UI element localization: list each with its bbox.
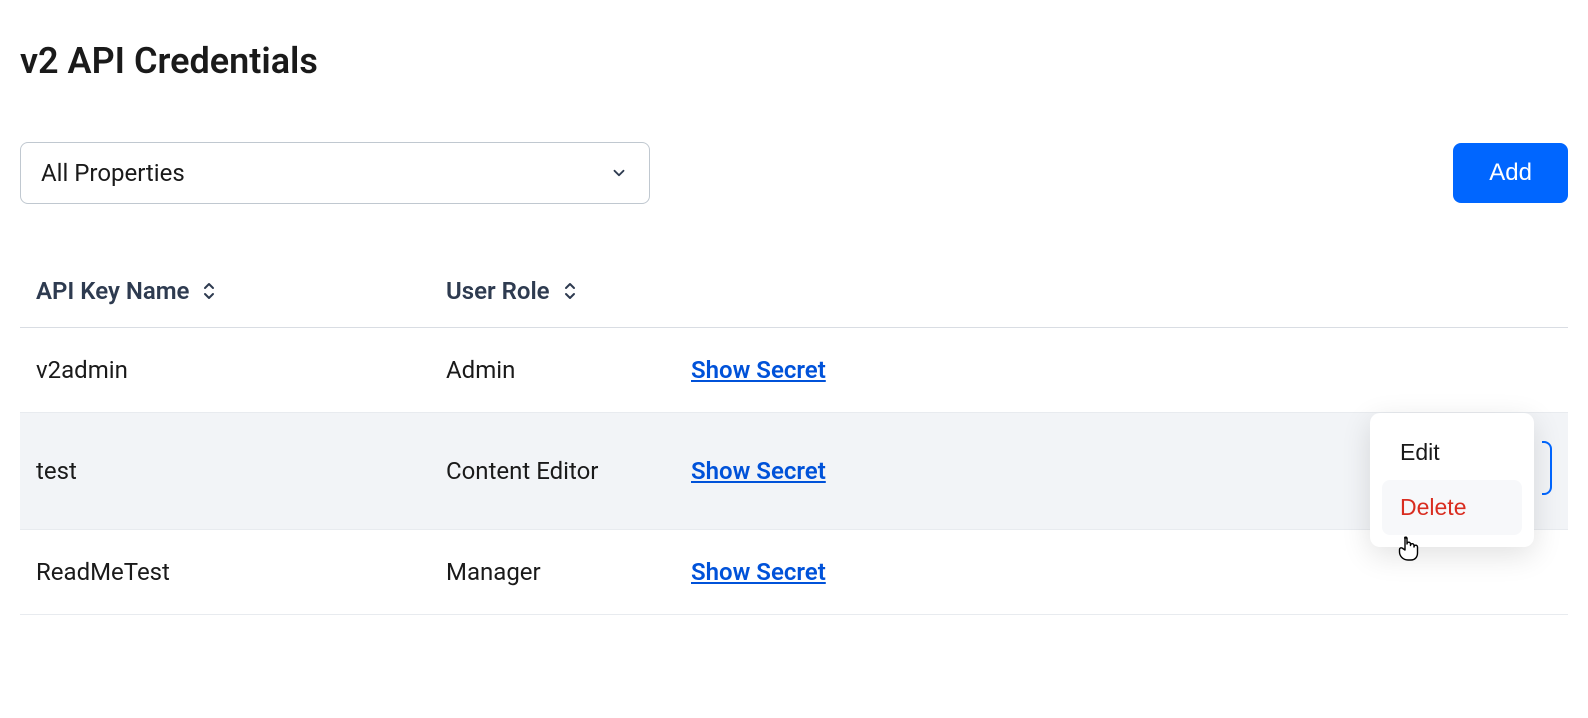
properties-dropdown-value: All Properties xyxy=(41,159,185,187)
cell-name: ReadMeTest xyxy=(20,530,430,615)
table-row: v2admin Admin Show Secret xyxy=(20,328,1568,413)
page-title: v2 API Credentials xyxy=(20,40,1568,82)
cell-name: v2admin xyxy=(20,328,430,413)
row-actions-popover: Edit Delete xyxy=(1370,413,1534,547)
column-header-role-label: User Role xyxy=(446,277,550,305)
cell-role: Manager xyxy=(430,530,675,615)
add-button[interactable]: Add xyxy=(1453,143,1568,203)
table-row: test Content Editor Show Secret Edit Del… xyxy=(20,413,1568,530)
show-secret-link[interactable]: Show Secret xyxy=(691,457,826,485)
cell-role: Admin xyxy=(430,328,675,413)
column-header-name[interactable]: API Key Name xyxy=(20,259,430,328)
cell-role: Content Editor xyxy=(430,413,675,530)
sort-icon xyxy=(201,281,217,301)
actions-cell: Edit Delete xyxy=(1368,413,1568,530)
toolbar: All Properties Add xyxy=(20,142,1568,204)
show-secret-link[interactable]: Show Secret xyxy=(691,558,826,586)
delete-menu-item[interactable]: Delete xyxy=(1382,480,1522,535)
credentials-table: API Key Name User Role xyxy=(20,259,1568,615)
edit-menu-item[interactable]: Edit xyxy=(1382,425,1522,480)
chevron-down-icon xyxy=(609,163,629,183)
column-header-role[interactable]: User Role xyxy=(430,259,675,328)
show-secret-link[interactable]: Show Secret xyxy=(691,356,826,384)
cell-name: test xyxy=(20,413,430,530)
column-header-name-label: API Key Name xyxy=(36,277,189,305)
cursor-pointer-icon xyxy=(1394,533,1422,563)
row-actions-button[interactable] xyxy=(1542,441,1552,495)
properties-dropdown[interactable]: All Properties xyxy=(20,142,650,204)
table-row: ReadMeTest Manager Show Secret xyxy=(20,530,1568,615)
sort-icon xyxy=(562,281,578,301)
